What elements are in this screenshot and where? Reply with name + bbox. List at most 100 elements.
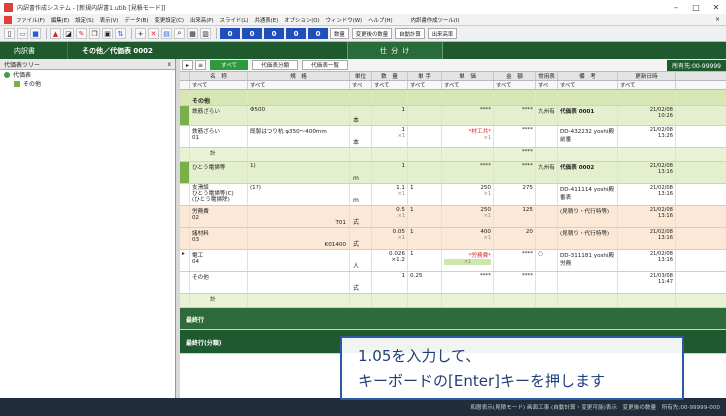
cell-amount[interactable]: **** <box>494 126 536 147</box>
col-header-note[interactable]: 備 考 <box>558 72 618 80</box>
tab-sort[interactable]: 仕 分 け <box>346 42 444 59</box>
menu-edit[interactable]: 編集(E) <box>51 16 69 24</box>
table-row[interactable]: 鉄筋ざらい Φ500 本 1 **** **** 九州有 代価表 0001 21… <box>180 106 726 126</box>
cell-unit-hand[interactable]: 1 <box>408 250 442 271</box>
cell-amount[interactable]: **** <box>494 162 536 183</box>
menu-file[interactable]: ファイル(F) <box>16 16 45 24</box>
subtotal-row[interactable]: 計 <box>180 294 726 308</box>
col-header-name[interactable]: 名 称 <box>190 72 248 80</box>
cell-price[interactable]: **** <box>442 162 494 183</box>
cell-qty[interactable]: 1 <box>372 162 408 183</box>
level-box-4[interactable]: 0 <box>286 28 306 39</box>
col-header-unit-hand[interactable]: 単 手 <box>408 72 442 80</box>
save-icon[interactable]: ■ <box>30 28 41 39</box>
cell-regular[interactable]: ○ <box>536 250 558 271</box>
preview-icon[interactable]: ◪ <box>63 28 74 39</box>
grid-icon[interactable]: ▦ <box>187 28 198 39</box>
cell-qty[interactable]: 1 <box>372 106 408 125</box>
filter-cell[interactable]: すべ <box>536 81 558 89</box>
tree-item-other[interactable]: その他 <box>0 79 175 88</box>
filter-cell[interactable]: すべ <box>350 81 372 89</box>
cell-spec[interactable]: 1) <box>248 162 350 183</box>
menu-settings[interactable]: 設定(S) <box>75 16 93 24</box>
table-row[interactable]: ひとう電掃等 1) m 1 **** **** 九州有 代価表 0002 21/… <box>180 162 726 184</box>
cell-spec[interactable]: Φ500 <box>248 106 350 125</box>
filter-cell[interactable]: すべて <box>558 81 618 89</box>
minimize-icon[interactable]: – <box>666 3 686 12</box>
menu-tool[interactable]: 内訳書作成ツール(I) <box>411 16 460 24</box>
menu-common[interactable]: 共通表(E) <box>254 16 278 24</box>
changed-qty-select[interactable]: 変更後の数量 <box>351 28 393 39</box>
cell-note[interactable]: DD-432232 yoshi殿 <box>560 129 614 135</box>
cell-note[interactable]: DD-311181 yoshi殿 <box>560 253 614 259</box>
maximize-icon[interactable]: □ <box>686 3 706 12</box>
cell-unit-hand[interactable]: 0.25 <box>408 272 442 293</box>
filter-all-button[interactable]: すべて <box>210 60 249 70</box>
cell-amount[interactable]: **** <box>494 106 536 125</box>
new-icon[interactable]: ▯ <box>4 28 15 39</box>
level-box-1[interactable]: 0 <box>220 28 240 39</box>
progress-rate-select[interactable]: 出来高率 <box>427 28 458 39</box>
copy-icon[interactable]: ❐ <box>89 28 100 39</box>
col-header-updated[interactable]: 更新日時 <box>618 72 676 80</box>
cell-qty[interactable]: 1 <box>372 272 408 293</box>
table-row[interactable]: 労務費 02 T01 式 0.5 ×1 1 250 ×1 125 (見積り・代行特等)… <box>180 206 726 228</box>
cell-amount[interactable]: 275 <box>494 184 536 205</box>
cell-note[interactable]: 代価表 0001 <box>558 106 618 125</box>
open-icon[interactable]: ▭ <box>17 28 28 39</box>
cell-note[interactable]: 代価表 0002 <box>558 162 618 183</box>
cell-name[interactable]: ひとう電掃等 <box>190 162 248 183</box>
cell-regular[interactable]: 九州有 <box>536 162 558 183</box>
tree-item-price-table[interactable]: 代価表 <box>0 70 175 79</box>
col-header-qty[interactable]: 数 量 <box>372 72 408 80</box>
table-icon[interactable]: ▥ <box>200 28 211 39</box>
menu-help[interactable]: ヘルプ(H) <box>368 16 392 24</box>
cell-regular[interactable]: 九州有 <box>536 106 558 125</box>
subtotal-row[interactable]: 計 **** <box>180 148 726 162</box>
cell-amount[interactable]: **** <box>494 250 536 271</box>
col-header-spec[interactable]: 規 格 <box>248 72 350 80</box>
pencil-icon[interactable]: ✎ <box>76 28 87 39</box>
table-row[interactable]: 支滑設 ひとう電掃等(C) (ひとう電掃除) (1?) m 1.1 ×1 1 250 ×… <box>180 184 726 206</box>
paste-icon[interactable]: ▣ <box>102 28 113 39</box>
close-icon[interactable]: ✕ <box>706 3 726 12</box>
cell-amount[interactable]: **** <box>494 272 536 293</box>
section-row[interactable]: その他 <box>180 90 726 106</box>
search-icon[interactable]: ⌕ <box>174 28 185 39</box>
cell-name[interactable]: 鉄筋ざらい <box>190 106 248 125</box>
level-box-2[interactable]: 0 <box>242 28 262 39</box>
cell-note[interactable]: (見積り・代行特等) <box>558 228 618 249</box>
cell-unit-hand[interactable]: 1 <box>408 184 442 205</box>
filter-cell[interactable]: すべて <box>494 81 536 89</box>
qty-select[interactable]: 数量 <box>330 28 349 39</box>
cell-amount[interactable]: 20 <box>494 228 536 249</box>
cell-price[interactable]: **** <box>442 272 494 293</box>
col-header-unit[interactable]: 単位 <box>350 72 372 80</box>
calc-icon[interactable]: ▤ <box>161 28 172 39</box>
menu-options[interactable]: オプション(O) <box>284 16 319 24</box>
cell-unit-hand[interactable]: 1 <box>408 206 442 227</box>
filter-cell[interactable]: すべて <box>442 81 494 89</box>
auto-calc-select[interactable]: 自動計算 <box>395 28 425 39</box>
filter-cell[interactable]: すべて <box>190 81 248 89</box>
filter-list-button[interactable]: 代価表一覧 <box>302 60 349 70</box>
cell-unit-hand[interactable]: 1 <box>408 228 442 249</box>
menu-slide[interactable]: スライド(L) <box>220 16 249 24</box>
table-row-selected[interactable]: ▸ 電工 04 人 0.026 ×1.2 1 *労務費* ×1 **** ○ DD-3… <box>180 250 726 272</box>
menu-window[interactable]: ウィンドウ(W) <box>326 16 363 24</box>
table-row[interactable]: 鉄筋ざらい 01 既製はつり杭 φ350〜400mm 本 1 ×1 *材工共* ×1 … <box>180 126 726 148</box>
level-box-3[interactable]: 0 <box>264 28 284 39</box>
menu-close-icon[interactable]: × <box>715 16 720 23</box>
cell-note[interactable]: (見積り・代行特等) <box>558 206 618 227</box>
cell-spec[interactable]: (1?) <box>248 184 350 205</box>
tree-close-icon[interactable]: x <box>167 61 171 68</box>
final-row[interactable]: 最終行 <box>180 308 726 330</box>
filter-category-button[interactable]: 代価表分類 <box>252 60 299 70</box>
cell-name[interactable]: その他 <box>190 272 248 293</box>
cell-amount[interactable]: **** <box>494 148 536 161</box>
filter-cell[interactable]: すべて <box>372 81 408 89</box>
list-icon[interactable]: ≡ <box>195 60 206 70</box>
filter-cell[interactable]: すべて <box>618 81 676 89</box>
col-header-regular[interactable]: 常用表 <box>536 72 558 80</box>
filter-cell[interactable]: すべて <box>408 81 442 89</box>
